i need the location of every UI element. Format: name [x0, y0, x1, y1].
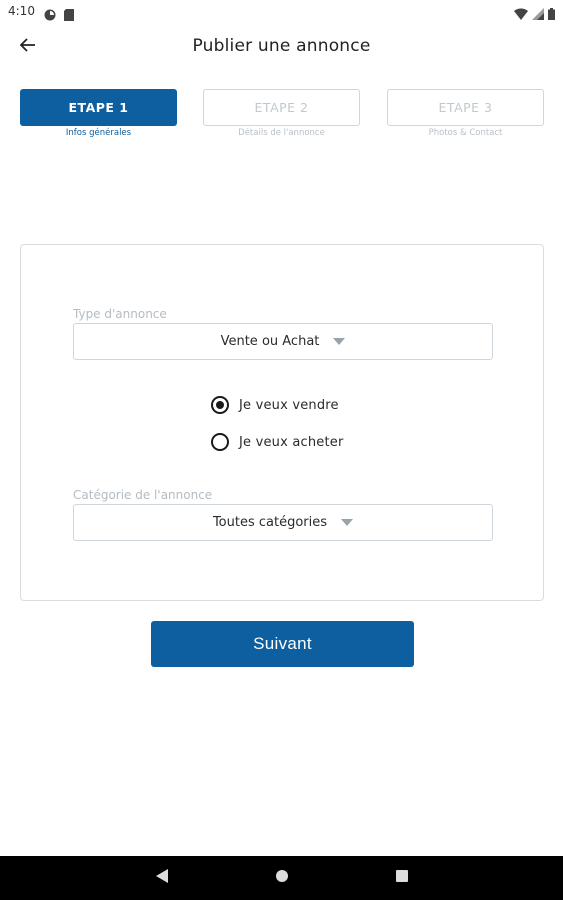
step-3-sublabel: Photos & Contact: [428, 128, 503, 138]
app-notification-icon: [44, 6, 56, 25]
radio-sell-label: Je veux vendre: [239, 397, 339, 413]
home-circle-icon[interactable]: [275, 868, 289, 888]
type-label: Type d'annonce: [73, 307, 167, 321]
form-card: Type d'annonce Vente ou Achat Je veux ve…: [20, 244, 544, 601]
caret-down-icon: [333, 338, 346, 345]
type-select-value: Vente ou Achat: [220, 334, 320, 349]
system-nav-bar: [0, 856, 563, 900]
wifi-icon: [514, 5, 528, 24]
signal-icon: [532, 5, 544, 24]
radio-buy-label: Je veux acheter: [239, 434, 344, 450]
page-title: Publier une annonce: [192, 36, 371, 56]
radio-buy[interactable]: Je veux acheter: [211, 433, 344, 451]
step-2-sublabel: Détails de l'annonce: [238, 128, 325, 138]
radio-sell[interactable]: Je veux vendre: [211, 396, 339, 414]
caret-down-icon: [341, 519, 354, 526]
category-label: Catégorie de l'annonce: [73, 488, 213, 502]
status-time: 4:10: [8, 4, 35, 18]
radio-buy-icon: [211, 433, 229, 451]
sd-card-icon: [64, 6, 74, 25]
category-select[interactable]: Toutes catégories: [73, 504, 493, 541]
status-right-icons: [514, 5, 555, 24]
recents-square-icon[interactable]: [395, 868, 409, 888]
category-select-value: Toutes catégories: [212, 515, 328, 530]
step-2-tab[interactable]: ETAPE 2: [203, 89, 360, 126]
step-1-tab[interactable]: ETAPE 1: [20, 89, 177, 126]
step-3-tab[interactable]: ETAPE 3: [387, 89, 544, 126]
back-triangle-icon[interactable]: [155, 868, 169, 888]
battery-icon: [548, 5, 555, 24]
step-1-sublabel: Infos générales: [65, 128, 132, 138]
next-button[interactable]: Suivant: [151, 621, 414, 667]
radio-sell-icon: [211, 396, 229, 414]
app-bar: Publier une annonce: [0, 24, 563, 70]
type-select[interactable]: Vente ou Achat: [73, 323, 493, 360]
status-bar: 4:10: [0, 0, 563, 24]
